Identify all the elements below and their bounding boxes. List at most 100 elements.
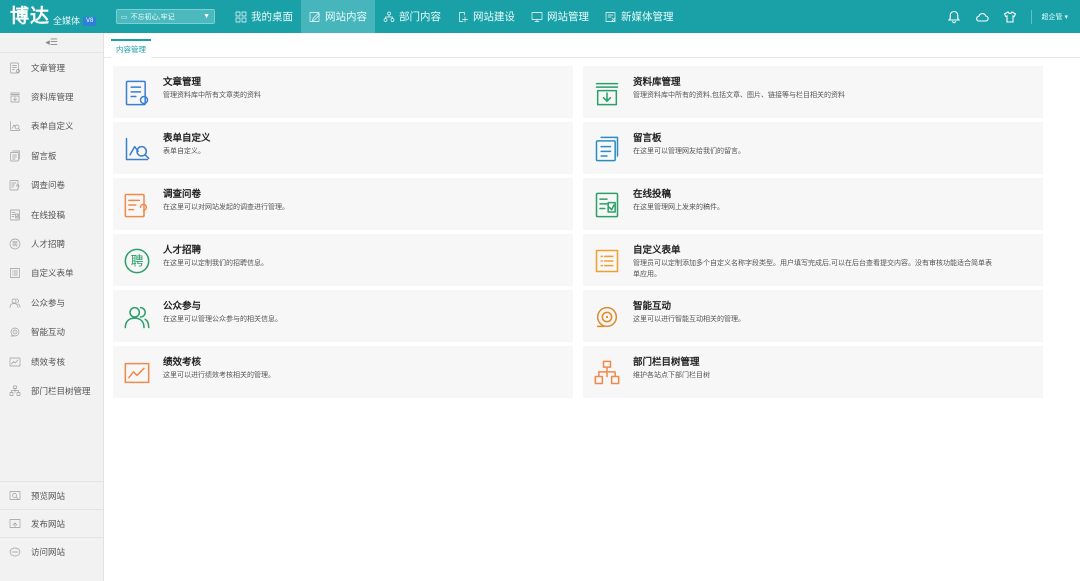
card-title: 智能互动 — [633, 301, 672, 312]
version-badge: V8 — [83, 17, 97, 26]
logo[interactable]: 博达 全媒体 V8 — [0, 0, 110, 33]
sidebar-action-3[interactable]: 访问网站 — [0, 537, 104, 565]
card-text: 留言板 在这里可以管理网友给我们的留言。 — [633, 122, 745, 157]
module-card-10[interactable]: 智能互动这里可以进行智能互动相关的管理。 — [583, 290, 1043, 342]
grid-icon — [235, 11, 247, 23]
cloud-icon[interactable] — [975, 10, 989, 24]
main-nav: 我的桌面 网站内容 部门内容 网站建设 网站管理 新媒体管理 — [227, 0, 682, 33]
recruit-icon: 聘 — [9, 238, 21, 250]
robot-icon — [593, 303, 621, 331]
preview-icon — [9, 490, 21, 502]
sidebar-item-label: 文章管理 — [31, 62, 66, 73]
logo-main: 博达 — [10, 6, 51, 27]
module-card-4[interactable]: 留言板 在这里可以管理网友给我们的留言。 — [583, 122, 1043, 174]
nav-item-5[interactable]: 网站管理 — [523, 0, 597, 33]
sidebar-item-5[interactable]: 调查问卷 — [0, 171, 103, 200]
nav-item-label: 新媒体管理 — [621, 11, 674, 23]
module-card-8[interactable]: 自定义表单 管理员可以定制添加多个自定义名称字段类型。用户填写完成后,可以在后台查… — [583, 234, 1043, 286]
card-text: 资料库管理 管理资料库中所有的资料,包括文章、图片、链接等与栏目相关的资料 — [633, 66, 845, 101]
recruit-icon: 聘 — [123, 247, 151, 275]
tree-icon — [9, 385, 21, 397]
sidebar-item-2[interactable]: 资料库管理 — [0, 82, 103, 111]
sidebar-item-label: 资料库管理 — [31, 92, 74, 103]
sidebar-item-4[interactable]: 留言板 — [0, 141, 103, 170]
sidebar-item-label: 在线投稿 — [31, 209, 66, 220]
card-description: 表单自定义。 — [163, 148, 205, 155]
card-title: 绩效考核 — [163, 357, 202, 368]
build-icon — [457, 11, 469, 23]
module-card-9[interactable]: 公众参与在这里可以管理公众参与的相关信息。 — [113, 290, 573, 342]
card-description: 管理资料库中所有文章类的资料 — [163, 92, 261, 99]
top-right-tools: 超企管 ▾ — [947, 0, 1080, 33]
module-card-1[interactable]: 文章管理管理资料库中所有文章类的资料 — [113, 66, 573, 118]
module-card-2[interactable]: 资料库管理 管理资料库中所有的资料,包括文章、图片、链接等与栏目相关的资料 — [583, 66, 1043, 118]
tab-content-management[interactable]: 内容管理 — [111, 39, 151, 58]
sidebar-item-label: 自定义表单 — [31, 268, 74, 279]
sidebar-item-8[interactable]: 自定义表单 — [0, 259, 103, 288]
site-select[interactable]: ▭ 不忘初心,牢记 ▼ — [116, 9, 215, 24]
card-text: 在线投稿 在这里管理网上发来的稿件。 — [633, 178, 724, 213]
card-description: 在这里可以管理网友给我们的留言。 — [633, 148, 745, 155]
sidebar-item-label: 部门栏目树管理 — [31, 385, 91, 396]
module-card-3[interactable]: 表单自定义表单自定义。 — [113, 122, 573, 174]
bell-icon[interactable] — [947, 10, 961, 24]
card-description: 管理员可以定制添加多个自定义名称字段类型。用户填写完成后,可以在后台查看提交内容… — [633, 260, 992, 278]
user-name: 超企管 — [1041, 13, 1063, 21]
card-text: 表单自定义表单自定义。 — [163, 122, 211, 157]
submit-icon — [9, 209, 21, 221]
card-text: 调查问卷 在这里可以对网站发起的调查进行管理。 — [163, 178, 289, 213]
edit-icon — [309, 11, 321, 23]
card-text: 部门栏目树管理维护各站点下部门栏目树 — [633, 346, 710, 381]
user-menu[interactable]: 超企管 ▾ — [1042, 12, 1068, 22]
card-text: 自定义表单 管理员可以定制添加多个自定义名称字段类型。用户填写完成后,可以在后台查… — [633, 234, 993, 280]
module-card-11[interactable]: 绩效考核 这里可以进行绩效考核相关的管理。 — [113, 346, 573, 398]
card-title: 资料库管理 — [633, 77, 681, 88]
visit-icon — [9, 546, 21, 558]
module-card-5[interactable]: 调查问卷 在这里可以对网站发起的调查进行管理。 — [113, 178, 573, 230]
card-title: 公众参与 — [163, 301, 202, 312]
sidebar-item-1[interactable]: 文章管理 — [0, 53, 103, 82]
card-text: 文章管理管理资料库中所有文章类的资料 — [163, 66, 261, 101]
sidebar-item-9[interactable]: 公众参与 — [0, 288, 103, 317]
module-card-12[interactable]: 部门栏目树管理维护各站点下部门栏目树 — [583, 346, 1043, 398]
sidebar-item-3[interactable]: 表单自定义 — [0, 112, 103, 141]
nav-item-1[interactable]: 我的桌面 — [227, 0, 301, 33]
card-title: 表单自定义 — [163, 133, 211, 144]
monitor-icon: ▭ — [121, 13, 128, 21]
custom-form-icon — [593, 247, 621, 275]
svg-text:聘: 聘 — [131, 255, 144, 270]
collapse-icon: ◂☰ — [45, 37, 58, 47]
chart-icon — [9, 356, 21, 368]
article-icon — [123, 79, 151, 107]
module-card-6[interactable]: 在线投稿 在这里管理网上发来的稿件。 — [583, 178, 1043, 230]
robot-icon — [9, 326, 21, 338]
card-text: 绩效考核 这里可以进行绩效考核相关的管理。 — [163, 346, 275, 381]
publish-icon — [9, 518, 21, 530]
nav-item-6[interactable]: 新媒体管理 — [597, 0, 682, 33]
sidebar-item-7[interactable]: 聘 人才招聘 — [0, 229, 103, 258]
people-icon — [123, 303, 151, 331]
database-icon — [593, 79, 621, 107]
sidebar-item-11[interactable]: 绩效考核 — [0, 347, 103, 376]
nav-item-3[interactable]: 部门内容 — [375, 0, 449, 33]
sidebar-action-1[interactable]: 预览网站 — [0, 481, 104, 509]
card-description: 这里可以进行智能互动相关的管理。 — [633, 316, 745, 323]
chart-icon — [123, 359, 151, 387]
sidebar-item-12[interactable]: 部门栏目树管理 — [0, 376, 103, 405]
nav-item-2[interactable]: 网站内容 — [301, 0, 375, 33]
sidebar-item-10[interactable]: 智能互动 — [0, 318, 103, 347]
sidebar-item-6[interactable]: 在线投稿 — [0, 200, 103, 229]
nav-item-label: 网站内容 — [325, 11, 367, 23]
card-title: 文章管理 — [163, 77, 202, 88]
sidebar-collapse-button[interactable]: ◂☰ — [0, 33, 103, 53]
sidebar-action-label: 访问网站 — [31, 546, 66, 557]
card-title: 部门栏目树管理 — [633, 357, 700, 368]
shirt-icon[interactable] — [1003, 10, 1017, 24]
article-icon — [9, 62, 21, 74]
nav-item-4[interactable]: 网站建设 — [449, 0, 523, 33]
module-card-7[interactable]: 聘 人才招聘 在这里可以定制我们的招聘信息。 — [113, 234, 573, 286]
sidebar-action-2[interactable]: 发布网站 — [0, 509, 104, 537]
card-description: 维护各站点下部门栏目树 — [633, 372, 710, 379]
sidebar-action-label: 预览网站 — [31, 490, 66, 501]
card-description: 在这里可以管理公众参与的相关信息。 — [163, 316, 282, 323]
